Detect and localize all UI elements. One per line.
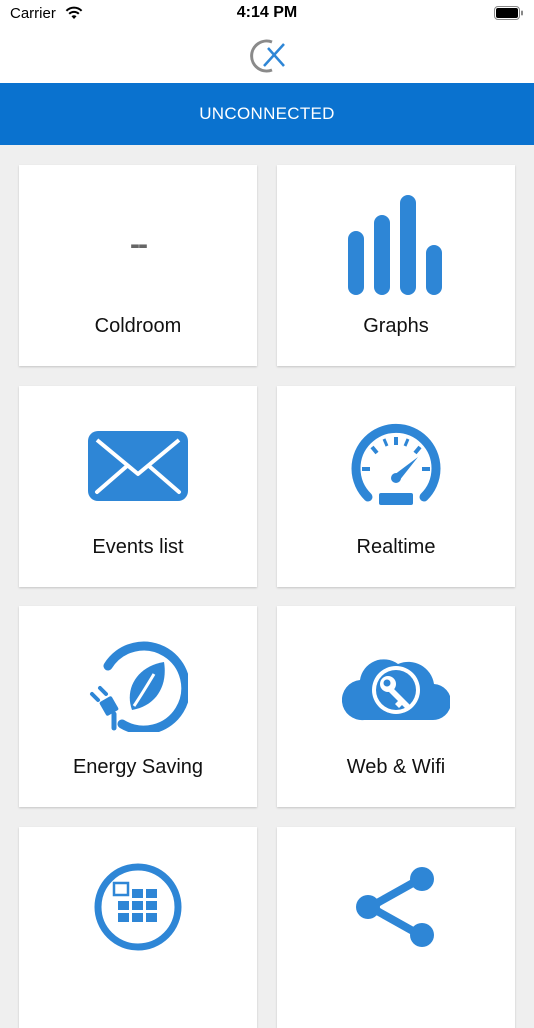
tile-label: Web & Wifi	[346, 756, 446, 778]
tile-label: Coldroom	[94, 315, 182, 337]
menu-grid: -- Coldroom Graphs Events list Realtime …	[0, 145, 534, 1028]
bar-chart-icon	[277, 185, 515, 305]
tile-realtime[interactable]: Realtime	[277, 386, 515, 587]
connection-status-banner: UNCONNECTED	[0, 83, 534, 145]
cloud-key-icon	[277, 626, 515, 746]
app-logo-icon	[246, 36, 290, 81]
tile-label: Graphs	[363, 315, 429, 337]
speedometer-icon	[277, 406, 515, 526]
tile-label: Realtime	[356, 536, 436, 558]
tile-graphs[interactable]: Graphs	[277, 165, 515, 366]
status-bar: Carrier 4:14 PM	[0, 0, 534, 28]
tile-label: Energy Saving	[72, 756, 204, 778]
envelope-icon	[19, 406, 257, 526]
grid-icon	[19, 847, 257, 967]
leaf-plug-icon	[19, 626, 257, 746]
tile-events-list[interactable]: Events list	[19, 386, 257, 587]
tile-grid[interactable]	[19, 827, 257, 1028]
connection-status-text: UNCONNECTED	[199, 104, 335, 123]
coldroom-value-text: --	[130, 228, 148, 261]
nav-bar	[0, 28, 534, 83]
tile-share[interactable]	[277, 827, 515, 1028]
coldroom-value: --	[19, 185, 257, 305]
battery-icon	[494, 6, 524, 25]
tile-energy-saving[interactable]: Energy Saving	[19, 606, 257, 807]
share-icon	[277, 847, 515, 967]
tile-web-wifi[interactable]: Web & Wifi	[277, 606, 515, 807]
clock: 4:14 PM	[236, 4, 298, 21]
tile-label: Events list	[92, 536, 184, 558]
tile-coldroom[interactable]: -- Coldroom	[19, 165, 257, 366]
